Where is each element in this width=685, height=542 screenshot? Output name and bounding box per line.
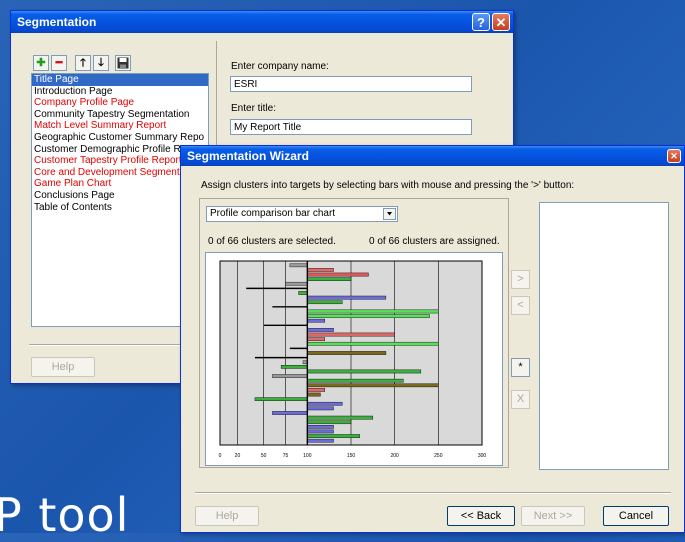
bar bbox=[307, 369, 422, 374]
page-list-item[interactable]: Company Profile Page bbox=[32, 97, 208, 109]
segmentation-titlebar: Segmentation ? ✕ bbox=[11, 11, 513, 33]
wizard-close-button[interactable]: ✕ bbox=[667, 149, 681, 163]
close-title-button[interactable]: ✕ bbox=[492, 13, 510, 31]
company-label: Enter company name: bbox=[231, 61, 329, 72]
back-button[interactable]: << Back bbox=[447, 506, 515, 526]
company-name-input[interactable]: ESRI bbox=[230, 76, 472, 92]
tick-label: 150 bbox=[347, 453, 356, 459]
profile-comparison-chart[interactable]: 0 20 50 75 100 150 200 250 300 bbox=[206, 253, 502, 465]
bar bbox=[307, 429, 334, 434]
title-label: Enter title: bbox=[231, 103, 277, 114]
bar bbox=[307, 438, 334, 443]
page-list-item[interactable]: Match Level Summary Report bbox=[32, 120, 208, 132]
page-list-item[interactable]: Title Page bbox=[32, 74, 208, 86]
bar bbox=[307, 318, 326, 323]
instruction-text: Assign clusters into targets by selectin… bbox=[201, 180, 575, 191]
bar bbox=[307, 337, 326, 341]
wizard-title: Segmentation Wizard bbox=[187, 149, 309, 163]
bar-chart[interactable]: 0 20 50 75 100 150 200 250 300 bbox=[205, 252, 503, 466]
wizard-divider bbox=[195, 492, 671, 494]
report-title-input[interactable]: My Report Title bbox=[230, 119, 472, 135]
bar bbox=[272, 411, 308, 415]
bar bbox=[307, 425, 334, 429]
bar bbox=[307, 309, 439, 314]
save-icon bbox=[117, 57, 129, 69]
move-up-button[interactable]: 🡑 bbox=[75, 55, 91, 71]
assign-all-button[interactable]: * bbox=[511, 358, 530, 377]
cancel-button[interactable]: Cancel bbox=[603, 506, 669, 526]
page-list-item[interactable]: Geographic Customer Summary Repo bbox=[32, 132, 208, 144]
page-list-item[interactable]: Introduction Page bbox=[32, 86, 208, 98]
bar bbox=[307, 420, 352, 425]
bar bbox=[307, 378, 404, 383]
dropdown-arrow-button[interactable] bbox=[383, 208, 396, 220]
page-list-item[interactable]: Community Tapestry Segmentation bbox=[32, 109, 208, 121]
tick-label: 300 bbox=[478, 453, 487, 459]
assign-button[interactable]: > bbox=[511, 270, 530, 289]
unassign-button[interactable]: < bbox=[511, 296, 530, 315]
tick-label: 100 bbox=[303, 453, 312, 459]
bar bbox=[307, 295, 387, 300]
bar bbox=[307, 332, 395, 337]
wizard-help-button[interactable]: Help bbox=[195, 506, 259, 526]
bar bbox=[254, 397, 308, 401]
chart-type-value: Profile comparison bar chart bbox=[210, 208, 336, 219]
bar bbox=[307, 300, 343, 305]
tick-label: 75 bbox=[283, 453, 289, 459]
assigned-status: 0 of 66 clusters are assigned. bbox=[369, 236, 500, 247]
bar bbox=[307, 277, 352, 281]
tick-label: 0 bbox=[219, 453, 222, 459]
settings-panel: Enter company name: ESRI Enter title: My… bbox=[216, 41, 513, 145]
tick-label: 20 bbox=[235, 453, 241, 459]
save-button[interactable] bbox=[115, 55, 131, 71]
bar bbox=[307, 268, 334, 272]
chevron-down-icon bbox=[387, 212, 392, 216]
bar bbox=[307, 392, 321, 397]
segmentation-wizard-window: Segmentation Wizard ✕ Assign clusters in… bbox=[180, 145, 685, 533]
add-page-button[interactable]: ✚ bbox=[33, 55, 49, 71]
bar bbox=[307, 401, 343, 406]
bar bbox=[280, 365, 308, 369]
window-title: Segmentation bbox=[17, 15, 97, 29]
bar bbox=[289, 263, 308, 268]
move-down-button[interactable]: 🡓 bbox=[93, 55, 109, 71]
tick-label: 50 bbox=[261, 453, 267, 459]
bar bbox=[307, 388, 326, 392]
bar bbox=[307, 383, 439, 388]
bar bbox=[285, 281, 308, 286]
chart-type-dropdown[interactable]: Profile comparison bar chart bbox=[206, 206, 398, 222]
next-button[interactable]: Next >> bbox=[521, 506, 585, 526]
selected-status: 0 of 66 clusters are selected. bbox=[208, 236, 336, 247]
tick-label: 250 bbox=[434, 453, 443, 459]
help-title-button[interactable]: ? bbox=[472, 13, 490, 31]
bar bbox=[272, 374, 308, 378]
remove-page-button[interactable]: ━ bbox=[51, 55, 67, 71]
seg-help-button[interactable]: Help bbox=[31, 357, 95, 377]
bar bbox=[307, 341, 439, 346]
target-list[interactable] bbox=[539, 202, 669, 470]
background-text: P tool bbox=[0, 488, 130, 542]
bar bbox=[307, 328, 334, 332]
clear-button[interactable]: X bbox=[511, 390, 530, 409]
tick-label: 200 bbox=[390, 453, 399, 459]
bar bbox=[307, 415, 374, 420]
bar bbox=[298, 291, 308, 295]
wizard-titlebar: Segmentation Wizard ✕ bbox=[181, 146, 684, 166]
bar bbox=[307, 272, 369, 277]
bar bbox=[307, 406, 334, 411]
bar bbox=[307, 314, 430, 318]
bar bbox=[307, 434, 360, 438]
bar bbox=[307, 351, 387, 355]
